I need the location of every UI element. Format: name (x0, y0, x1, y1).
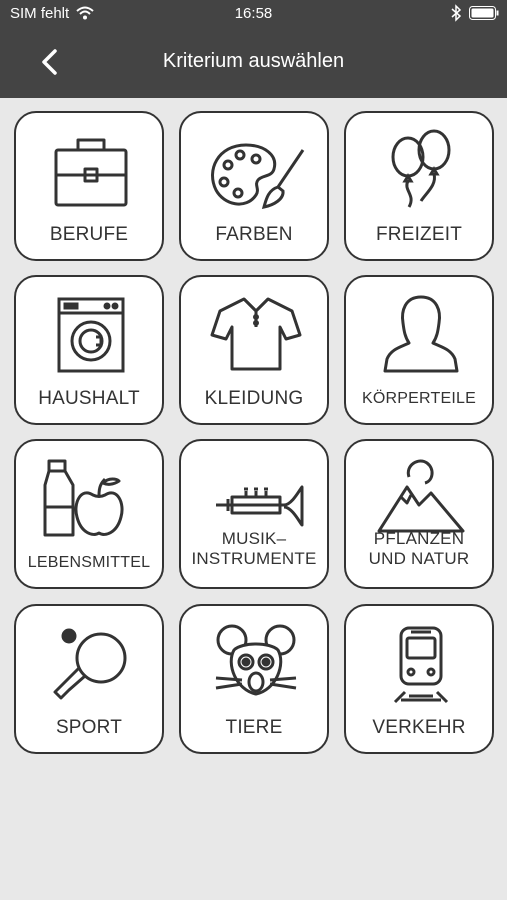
tile-label-multiline: MUSIK– INSTRUMENTE (181, 529, 327, 569)
category-tile-tiere[interactable]: TIERE (179, 604, 329, 754)
tile-label: BERUFE (49, 224, 129, 245)
page-title: Kriterium auswählen (162, 50, 345, 72)
train-icon (393, 626, 449, 704)
tile-label: SPORT (55, 717, 123, 738)
palette-icon (211, 143, 305, 209)
milk-apple-icon (43, 459, 124, 537)
tile-label-multiline: PFLANZEN UND NATUR (346, 529, 492, 569)
tile-label: FREIZEIT (375, 224, 463, 245)
category-tile-sport[interactable]: SPORT (14, 604, 164, 754)
tile-label: HAUSHALT (38, 388, 140, 409)
tile-label-line-1: PFLANZEN (373, 529, 465, 548)
bluetooth-icon (451, 4, 462, 22)
category-tile-lebensmittel[interactable]: LEBENSMITTEL (14, 439, 164, 589)
category-tile-freizeit[interactable]: FREIZEIT (344, 111, 494, 261)
category-tile-verkehr[interactable]: VERKEHR (344, 604, 494, 754)
tile-label: KÖRPERTEILE (362, 390, 476, 407)
category-tile-musikinstrumente[interactable]: MUSIK– INSTRUMENTE (179, 439, 329, 589)
shirt-icon (210, 297, 302, 371)
status-bar: SIM fehlt 16:58 (0, 0, 507, 28)
ping-pong-icon (53, 628, 127, 700)
tile-label-line-1: MUSIK– (221, 529, 287, 548)
category-tile-berufe[interactable]: BERUFE (14, 111, 164, 261)
category-tile-koerperteile[interactable]: KÖRPERTEILE (344, 275, 494, 425)
category-tile-pflanzen-natur[interactable]: PFLANZEN UND NATUR (344, 439, 494, 589)
mouse-icon (215, 624, 297, 696)
category-tile-kleidung[interactable]: KLEIDUNG (179, 275, 329, 425)
briefcase-icon (54, 138, 128, 207)
battery-icon (469, 6, 499, 20)
washing-machine-icon (57, 297, 125, 373)
tile-label: LEBENSMITTEL (27, 554, 151, 571)
tile-label-line-2: INSTRUMENTE (191, 549, 317, 568)
balloons-icon (391, 129, 451, 208)
app-header: SIM fehlt 16:58 Kriterium auswählen (0, 0, 507, 98)
tile-label: TIERE (225, 717, 283, 738)
tile-label: FARBEN (215, 224, 293, 245)
category-tile-haushalt[interactable]: HAUSHALT (14, 275, 164, 425)
person-icon (383, 295, 459, 373)
tile-label: VERKEHR (372, 717, 466, 738)
tile-label: KLEIDUNG (204, 388, 304, 409)
status-time: 16:58 (234, 5, 273, 22)
tile-label-line-2: UND NATUR (368, 549, 470, 568)
category-tile-farben[interactable]: FARBEN (179, 111, 329, 261)
